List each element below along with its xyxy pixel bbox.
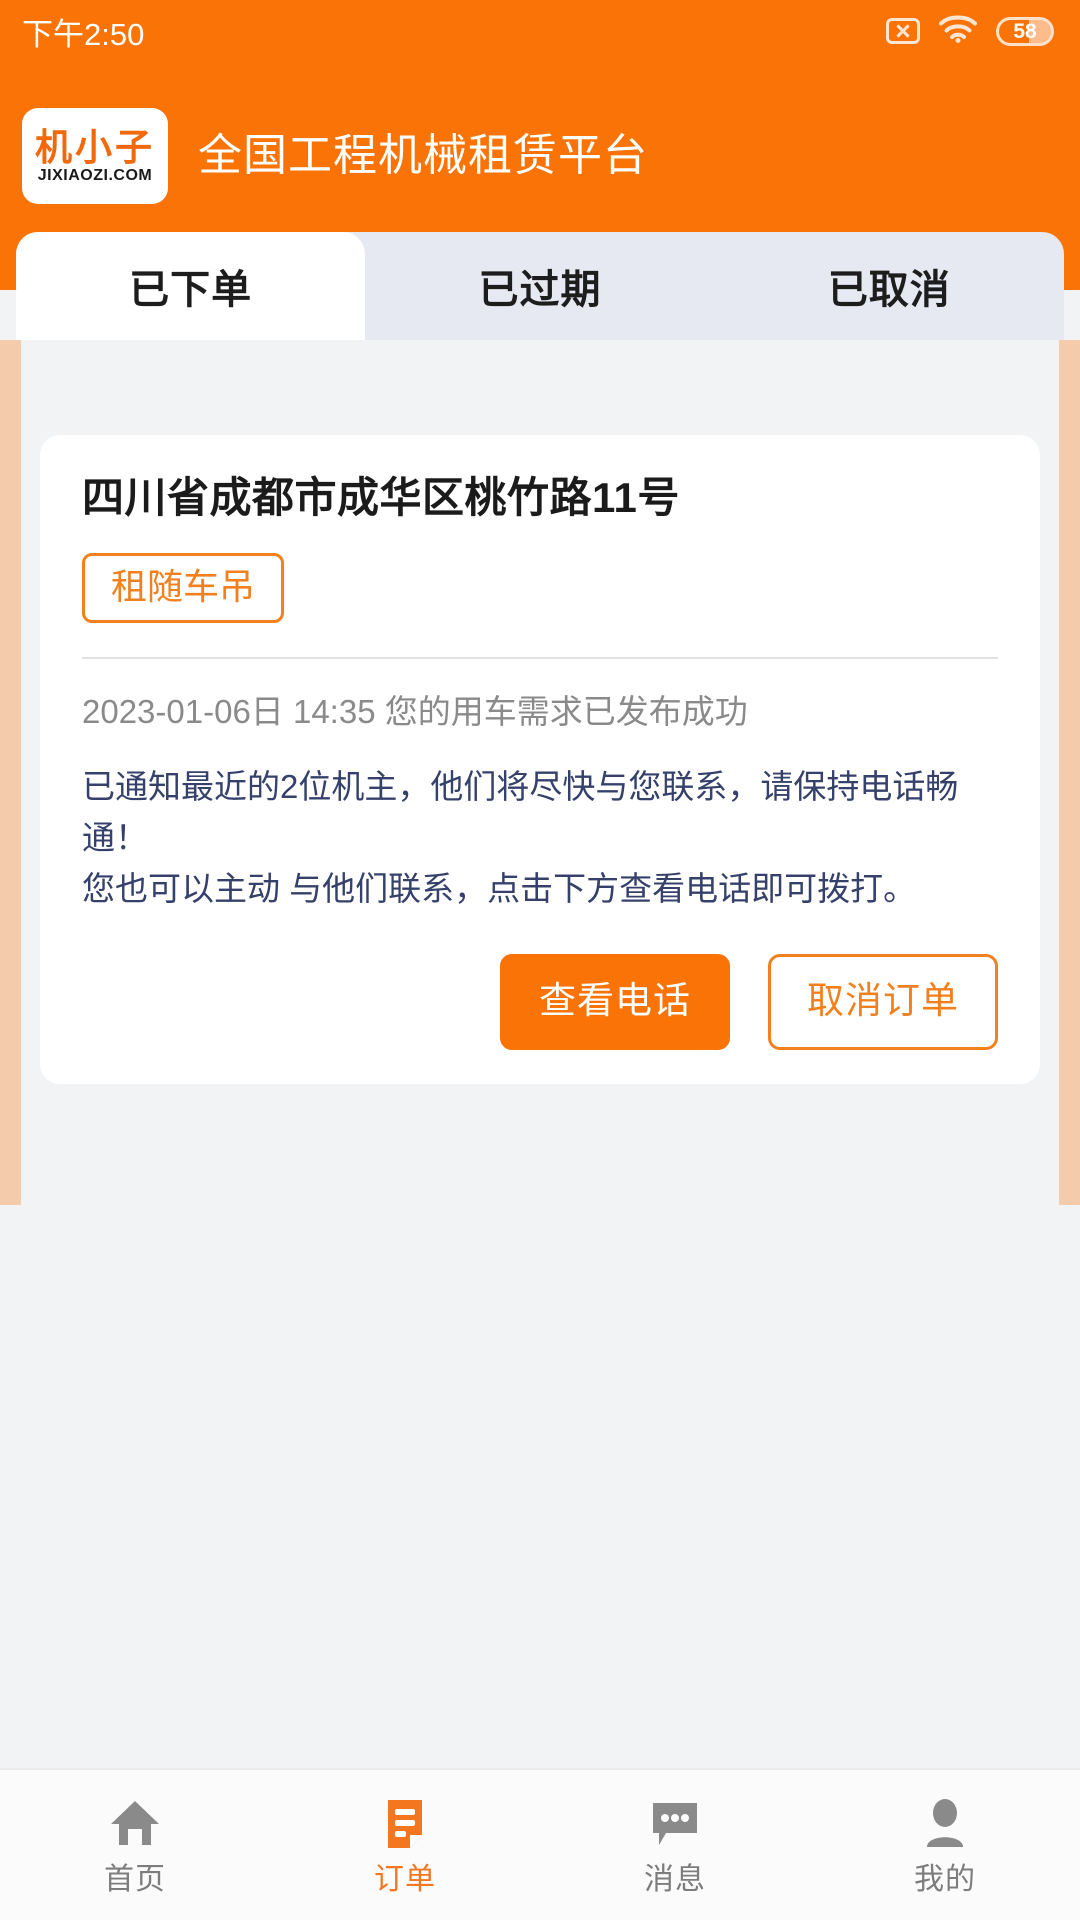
nav-item-messages[interactable]: 消息 [540,1770,810,1920]
order-description-line-1: 已通知最近的2位机主，他们将尽快与您联系，请保持电话畅通！ [82,767,959,856]
order-type-tag: 租随车吊 [82,553,285,624]
order-timestamp: 2023-01-06日 14:35 您的用车需求已发布成功 [82,693,748,731]
nav-item-orders[interactable]: 订单 [270,1770,540,1920]
bottom-navigation: 首页 订单 消息 我的 [0,1768,1080,1920]
order-document-icon [376,1795,434,1853]
battery-level: 58 [1013,19,1037,43]
tab-placed[interactable]: 已下单 [16,232,366,340]
logo-main-text: 机小子 [35,126,155,168]
home-icon [106,1795,164,1853]
app-logo: 机小子 JIXIAOZI.COM [22,108,168,204]
order-status-tabs: 已下单 已过期 已取消 [16,232,1064,340]
order-list-area: 四川省成都市成华区桃竹路11号 租随车吊 2023-01-06日 14:35 您… [0,340,1080,1205]
right-edge-strip [1059,340,1080,1205]
logo-domain-text: JIXIAOZI.COM [37,166,153,184]
nav-label-profile: 我的 [914,1863,976,1896]
status-bar: 下午2:50 58 [0,0,1080,62]
user-profile-icon [916,1795,974,1853]
message-bubble-icon [646,1795,704,1853]
order-description: 已通知最近的2位机主，他们将尽快与您联系，请保持电话畅通！ 您也可以主动 与他们… [82,761,998,914]
order-card[interactable]: 四川省成都市成华区桃竹路11号 租随车吊 2023-01-06日 14:35 您… [40,435,1040,1085]
nav-label-messages: 消息 [644,1863,706,1896]
cancel-order-button[interactable]: 取消订单 [768,954,998,1051]
brand-row: 机小子 JIXIAOZI.COM 全国工程机械租赁平台 [22,108,648,204]
tab-cancelled[interactable]: 已取消 [715,232,1064,340]
nav-item-profile[interactable]: 我的 [810,1770,1080,1920]
nav-label-home: 首页 [104,1863,166,1896]
order-description-line-2: 您也可以主动 与他们联系，点击下方查看电话即可拨打。 [82,869,917,907]
left-edge-strip [0,340,21,1205]
status-time: 下午2:50 [22,16,145,52]
status-icon-group: 58 [886,14,1054,48]
sim-disabled-icon [886,18,920,44]
card-divider [82,657,998,660]
view-phone-button[interactable]: 查看电话 [500,954,730,1051]
app-screen: 下午2:50 58 机小子 JIXIAOZI.COM 全国工程机械租赁平台 已下… [0,0,1080,1920]
battery-icon: 58 [996,16,1054,46]
order-actions: 查看电话 取消订单 [82,954,998,1051]
order-address: 四川省成都市成华区桃竹路11号 [82,474,680,521]
tab-expired[interactable]: 已过期 [365,232,714,340]
nav-item-home[interactable]: 首页 [0,1770,270,1920]
nav-label-orders: 订单 [374,1863,436,1896]
page-title: 全国工程机械租赁平台 [198,131,648,180]
wifi-icon [939,14,977,48]
